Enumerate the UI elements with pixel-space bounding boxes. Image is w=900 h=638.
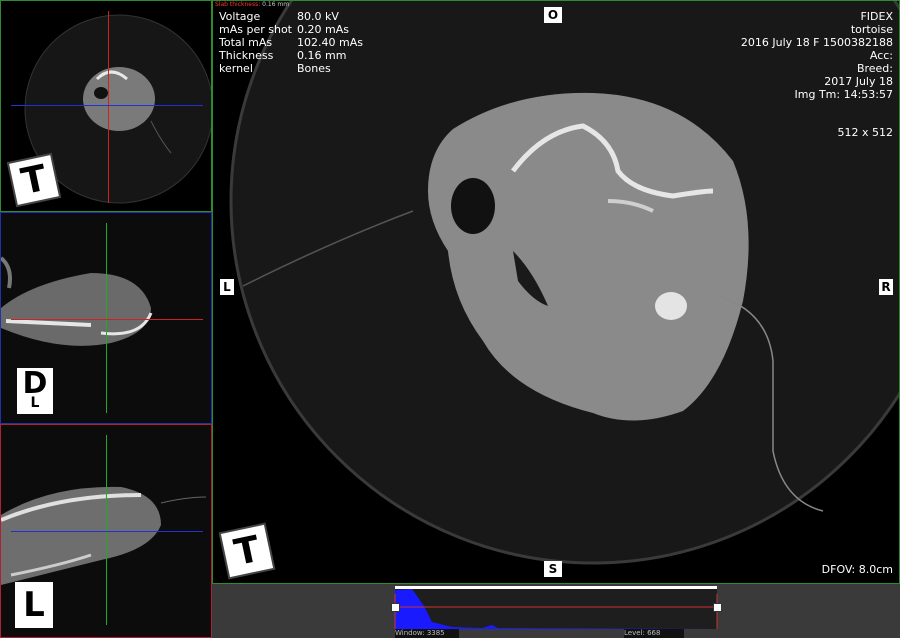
slab-thickness-label: Slab thickness: 0.16 mm bbox=[215, 1, 289, 8]
level-label: Level: bbox=[624, 629, 645, 637]
patient-info: FIDEX tortoise 2016 July 18 F 1500382188… bbox=[741, 10, 893, 101]
window-min-handle[interactable] bbox=[391, 603, 400, 612]
crosshair-vertical[interactable] bbox=[106, 223, 107, 413]
study-date: 2017 July 18 bbox=[824, 75, 893, 88]
acq-value: Bones bbox=[297, 62, 331, 75]
orientation-marker-label: O bbox=[547, 8, 559, 22]
histogram-graph bbox=[394, 586, 718, 629]
crosshair-vertical[interactable] bbox=[108, 11, 109, 203]
patient-name: FIDEX bbox=[860, 10, 893, 23]
main-axial-pane[interactable]: Slab thickness: 0.16 mm Voltage mAs per … bbox=[212, 0, 900, 584]
window-label: Window: bbox=[395, 629, 425, 637]
orientation-cube-sagittal[interactable]: L bbox=[15, 582, 53, 628]
slab-thickness-title: Slab thickness: bbox=[215, 1, 261, 8]
crosshair-horizontal[interactable] bbox=[11, 531, 203, 532]
level-value: 668 bbox=[647, 629, 661, 637]
breed: Breed: bbox=[856, 62, 893, 75]
slab-thickness-value: 0.16 mm bbox=[262, 1, 290, 8]
acq-value: 0.16 mm bbox=[297, 49, 347, 62]
patient-species: tortoise bbox=[850, 23, 893, 36]
orientation-cube-main[interactable]: T bbox=[220, 524, 274, 578]
window-readout: Window: 3385 bbox=[395, 629, 459, 638]
orientation-label: T bbox=[230, 528, 264, 574]
orientation-marker-right[interactable]: R bbox=[879, 279, 893, 295]
orientation-marker-left[interactable]: L bbox=[220, 279, 234, 295]
acq-key: mAs per shot bbox=[219, 23, 292, 36]
acq-key: Voltage bbox=[219, 10, 261, 23]
acq-key: Thickness bbox=[219, 49, 274, 62]
acquisition-values: 80.0 kV 0.20 mAs 102.40 mAs 0.16 mm Bone… bbox=[297, 10, 363, 75]
acq-key: Total mAs bbox=[219, 36, 273, 49]
acq-key: kernel bbox=[219, 62, 253, 75]
accession: Acc: bbox=[869, 49, 893, 62]
dfov-label: DFOV: 8.0cm bbox=[821, 563, 893, 576]
acq-value: 0.20 mAs bbox=[297, 23, 349, 36]
matrix-size: 512 x 512 bbox=[837, 126, 894, 139]
orientation-marker-bottom[interactable]: S bbox=[544, 561, 562, 577]
sagittal-pane[interactable]: L bbox=[0, 424, 212, 638]
coronal-pane[interactable]: D L bbox=[0, 212, 212, 424]
window-max-handle[interactable] bbox=[713, 603, 722, 612]
orientation-label: T bbox=[17, 157, 51, 203]
orientation-marker-label: L bbox=[223, 280, 231, 294]
level-readout: Level: 668 bbox=[624, 629, 684, 638]
orientation-sub-label: L bbox=[30, 395, 40, 411]
crosshair-horizontal[interactable] bbox=[11, 319, 203, 320]
patient-birth-sex-id: 2016 July 18 F 1500382188 bbox=[740, 36, 893, 49]
acquisition-keys: Voltage mAs per shot Total mAs Thickness… bbox=[219, 10, 292, 75]
orientation-label: D bbox=[22, 366, 48, 401]
orientation-marker-label: S bbox=[548, 562, 558, 576]
crosshair-horizontal[interactable] bbox=[11, 105, 203, 106]
orientation-label: L bbox=[23, 585, 45, 625]
window-value: 3385 bbox=[426, 629, 445, 637]
image-time: Img Tm: 14:53:57 bbox=[794, 88, 893, 101]
window-level-histogram[interactable]: Window: 3385 Level: 668 bbox=[212, 584, 900, 638]
orientation-cube-axial[interactable]: T bbox=[9, 155, 59, 205]
acq-value: 102.40 mAs bbox=[297, 36, 363, 49]
orientation-marker-label: R bbox=[881, 280, 891, 294]
orientation-cube-coronal[interactable]: D L bbox=[17, 368, 53, 414]
crosshair-vertical[interactable] bbox=[106, 435, 107, 625]
orientation-marker-top[interactable]: O bbox=[544, 7, 562, 23]
acq-value: 80.0 kV bbox=[297, 10, 339, 23]
axial-thumbnail-pane[interactable]: T bbox=[0, 0, 212, 212]
